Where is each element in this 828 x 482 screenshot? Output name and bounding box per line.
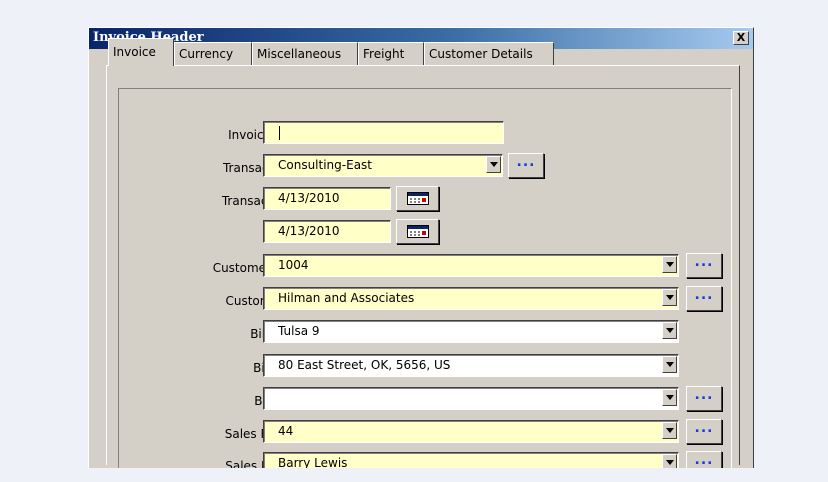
sales-rep-name-value: Barry Lewis	[278, 456, 348, 468]
chevron-down-icon[interactable]	[662, 454, 677, 468]
sales-rep-name-select[interactable]: Barry Lewis	[263, 452, 679, 468]
sales-rep-name-lookup-button[interactable]: ...	[686, 451, 722, 468]
clip-region: Sales Rep Name Barry Lewis ...	[0, 0, 828, 468]
background-strip	[0, 468, 828, 482]
tab-invoice[interactable]: Invoice	[108, 38, 174, 66]
